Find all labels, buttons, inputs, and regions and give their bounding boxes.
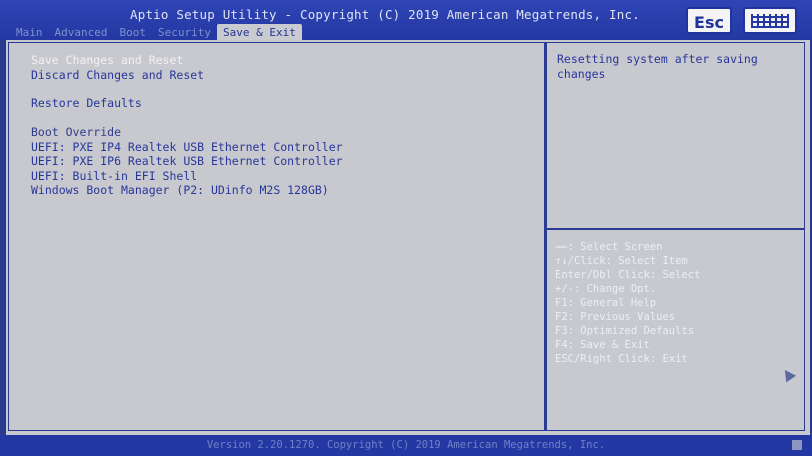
corner-mark-icon [792,440,802,450]
boot-pxe-ip6-item[interactable]: UEFI: PXE IP6 Realtek USB Ethernet Contr… [31,154,343,168]
mouse-cursor-icon [779,366,797,383]
key-hint: +/-: Change Opt. [555,283,657,295]
tab-advanced[interactable]: Advanced [49,24,114,40]
key-hint: ESC/Right Click: Exit [555,353,688,365]
restore-defaults-item[interactable]: Restore Defaults [31,96,142,110]
key-hint: →←: Select Screen [555,241,663,253]
key-hint: ↑↓/Click: Select Item [555,255,688,267]
app-title: Aptio Setup Utility - Copyright (C) 2019… [130,7,640,22]
help-panel: Resetting system after saving changes →←… [545,42,805,431]
footer-version: Version 2.20.1270. Copyright (C) 2019 Am… [206,439,606,451]
help-description: Resetting system after saving changes [557,52,758,81]
discard-changes-reset-item[interactable]: Discard Changes and Reset [31,68,204,82]
boot-windows-manager-item[interactable]: Windows Boot Manager (P2: UDinfo M2S 128… [31,183,329,197]
tab-main[interactable]: Main [10,24,49,40]
main-area: Save Changes and Reset Discard Changes a… [6,40,810,435]
help-divider [547,228,804,230]
key-hint: F1: General Help [555,297,657,309]
boot-override-heading: Boot Override [31,125,122,139]
save-changes-reset-item[interactable]: Save Changes and Reset [31,53,183,67]
key-hint: F3: Optimized Defaults [555,325,695,337]
footer-bar: Version 2.20.1270. Copyright (C) 2019 Am… [0,435,812,456]
header-bar: Aptio Setup Utility - Copyright (C) 2019… [0,0,812,40]
keyboard-button[interactable] [743,7,797,34]
tab-security[interactable]: Security [152,24,217,40]
keyboard-icon [751,14,789,28]
key-legend: →←: Select Screen ↑↓/Click: Select Item … [555,240,700,366]
boot-efi-shell-item[interactable]: UEFI: Built-in EFI Shell [31,169,197,183]
tab-bar: Main Advanced Boot Security Save & Exit [10,24,302,40]
key-hint: Enter/Dbl Click: Select [555,269,701,281]
menu-panel: Save Changes and Reset Discard Changes a… [8,42,545,431]
key-hint: F4: Save & Exit [555,339,650,351]
esc-button[interactable]: Esc [686,7,732,34]
boot-pxe-ip4-item[interactable]: UEFI: PXE IP4 Realtek USB Ethernet Contr… [31,140,343,154]
key-hint: F2: Previous Values [555,311,676,323]
tab-boot[interactable]: Boot [113,24,152,40]
tab-save-exit[interactable]: Save & Exit [216,24,302,40]
